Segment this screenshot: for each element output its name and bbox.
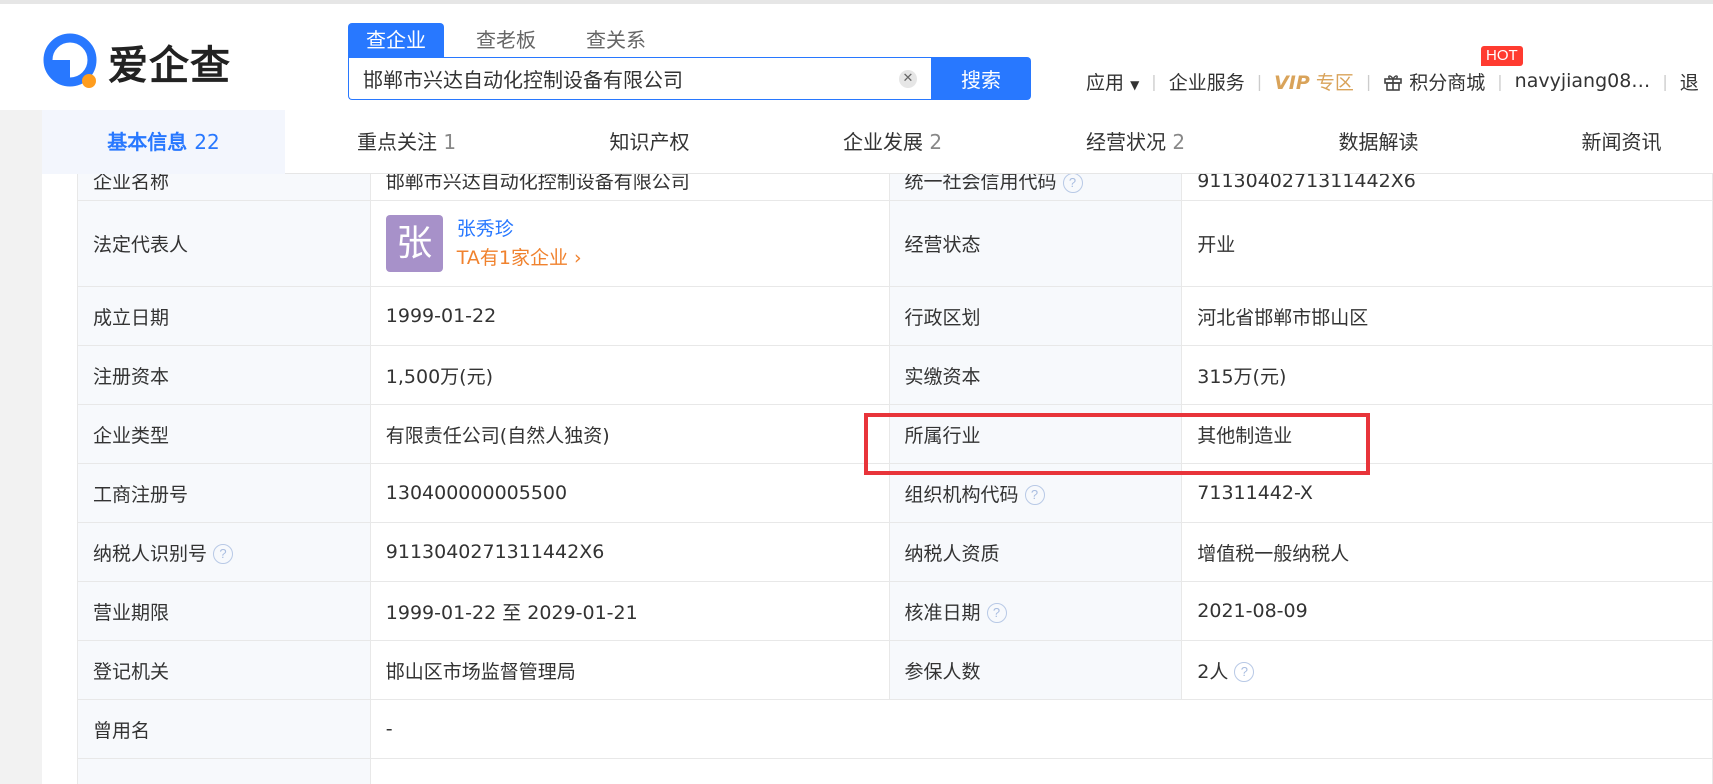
company-name-label: 企业名称 bbox=[77, 174, 371, 201]
nav-divider: | bbox=[1256, 71, 1263, 91]
reg-no-value: 130400000005500 bbox=[369, 463, 890, 523]
logo-text: 爱企查 bbox=[108, 43, 231, 89]
tab-search-boss[interactable]: 查老板 bbox=[458, 23, 554, 57]
reg-capital-label: 注册资本 bbox=[77, 345, 371, 405]
authority-label: 登记机关 bbox=[77, 640, 371, 700]
search-input[interactable] bbox=[349, 58, 869, 99]
taxpayer-qual-label: 纳税人资质 bbox=[888, 522, 1183, 582]
legal-rep-label: 法定代表人 bbox=[77, 200, 371, 287]
nav-divider: | bbox=[1497, 71, 1503, 91]
credit-code-value: 911304027131144​2X6 bbox=[1181, 174, 1713, 201]
tab-basic-info[interactable]: 基本信息 22 bbox=[42, 110, 285, 174]
help-icon[interactable]: ? bbox=[1062, 174, 1083, 193]
logo[interactable]: 爱企查 bbox=[42, 30, 231, 94]
nav-apps[interactable]: 应用 ▼ bbox=[1086, 68, 1139, 95]
nav-user[interactable]: navyjiang08… bbox=[1515, 70, 1651, 92]
search-tabs: 查企业 查老板 查关系 bbox=[348, 23, 678, 57]
founded-label: 成立日期 bbox=[77, 286, 371, 346]
insured-value: 2人? bbox=[1181, 640, 1713, 700]
table-row: 营业期限 1999-01-22 至 2029-01-21 核准日期? 2021-… bbox=[77, 581, 1713, 641]
tab-search-company[interactable]: 查企业 bbox=[348, 23, 444, 57]
help-icon[interactable]: ? bbox=[1234, 662, 1255, 682]
help-icon[interactable]: ? bbox=[213, 544, 234, 564]
tab-news[interactable]: 新闻资讯 bbox=[1500, 110, 1713, 174]
clear-icon[interactable]: ✕ bbox=[899, 70, 917, 88]
legal-rep-value: 张 张秀珍 TA有1家企业 › bbox=[369, 200, 890, 287]
tab-ip[interactable]: 知识产权 bbox=[528, 110, 771, 174]
term-value: 1999-01-22 至 2029-01-21 bbox=[369, 581, 890, 641]
table-row: 成立日期 1999-01-22 行政区划 河北省邯郸市邯山区 bbox=[77, 286, 1713, 346]
status-value: 开业 bbox=[1181, 200, 1713, 287]
tab-data-insight[interactable]: 数据解读 bbox=[1257, 110, 1500, 174]
nav-points-mall[interactable]: 积分商城 bbox=[1383, 68, 1485, 95]
company-name-value: 邯郸市兴达自动化控制设备有限公司 bbox=[369, 174, 890, 201]
authority-value: 邯山区市场监督管理局 bbox=[369, 640, 890, 700]
table-row: 法定代表人 张 张秀珍 TA有1家企业 › 经营状态 开业 bbox=[77, 200, 1713, 287]
type-value: 有限责任公司(自然人独资) bbox=[369, 404, 890, 464]
table-row bbox=[77, 758, 1713, 784]
approval-date-value: 2021-08-09 bbox=[1181, 581, 1713, 641]
caret-down-icon: ▼ bbox=[1130, 77, 1140, 92]
table-row: 纳税人识别号? 911304027131144​2X6 纳税人资质 增值税一般纳… bbox=[77, 522, 1713, 582]
gift-icon bbox=[1384, 74, 1403, 91]
legal-rep-companies-link[interactable]: TA有1家企业 › bbox=[457, 243, 582, 273]
taxpayer-id-value: 911304027131144​2X6 bbox=[369, 522, 890, 582]
avatar[interactable]: 张 bbox=[385, 215, 443, 272]
tab-development[interactable]: 企业发展 2 bbox=[771, 110, 1014, 174]
nav-enterprise-service[interactable]: 企业服务 bbox=[1169, 68, 1245, 95]
taxpayer-qual-value: 增值税一般纳税人 bbox=[1181, 522, 1713, 582]
section-tabs: 基本信息 22 重点关注 1 知识产权 企业发展 2 经营状况 2 数据解读 新… bbox=[42, 110, 1713, 174]
highlight-annotation-box bbox=[864, 413, 1370, 475]
help-icon[interactable]: ? bbox=[986, 603, 1007, 623]
nav-divider: | bbox=[1662, 71, 1668, 91]
region-label: 行政区划 bbox=[888, 286, 1183, 346]
nav-divider: | bbox=[1151, 71, 1157, 91]
help-icon[interactable]: ? bbox=[1024, 485, 1045, 505]
nav-vip-zone[interactable]: VIP 专区 bbox=[1274, 68, 1354, 95]
top-header: 爱企查 查企业 查老板 查关系 ✕ 搜索 HOT 应用 ▼ | 企业服务 | V… bbox=[0, 0, 1713, 110]
reg-capital-value: 1,500万(元) bbox=[369, 345, 890, 405]
reg-no-label: 工商注册号 bbox=[77, 463, 371, 523]
basic-info-panel: 企业名称 邯郸市兴达自动化控制设备有限公司 统一社会信用代码? 91130402… bbox=[42, 174, 1713, 784]
tab-search-relation[interactable]: 查关系 bbox=[568, 23, 664, 57]
top-nav: 应用 ▼ | 企业服务 | VIP 专区 | 积分商城 | navyjiang0… bbox=[1086, 66, 1699, 96]
search-box: ✕ bbox=[348, 57, 931, 100]
hot-badge: HOT bbox=[1481, 46, 1523, 66]
table-row: 曾用名 - bbox=[77, 699, 1713, 759]
nav-logout[interactable]: 退 bbox=[1680, 68, 1699, 95]
region-value: 河北省邯郸市邯山区 bbox=[1181, 286, 1713, 346]
type-label: 企业类型 bbox=[77, 404, 371, 464]
table-row: 注册资本 1,500万(元) 实缴资本 315万(元) bbox=[77, 345, 1713, 405]
legal-rep-name-link[interactable]: 张秀珍 bbox=[457, 215, 582, 243]
table-row: 登记机关 邯山区市场监督管理局 参保人数 2人? bbox=[77, 640, 1713, 700]
former-name-value: - bbox=[369, 699, 1713, 759]
taxpayer-id-label: 纳税人识别号? bbox=[77, 522, 371, 582]
founded-value: 1999-01-22 bbox=[369, 286, 890, 346]
tab-key-focus[interactable]: 重点关注 1 bbox=[285, 110, 528, 174]
approval-date-label: 核准日期? bbox=[888, 581, 1183, 641]
tab-operations[interactable]: 经营状况 2 bbox=[1014, 110, 1257, 174]
paid-capital-label: 实缴资本 bbox=[888, 345, 1183, 405]
table-row: 企业名称 邯郸市兴达自动化控制设备有限公司 统一社会信用代码? 91130402… bbox=[77, 174, 1713, 201]
insured-label: 参保人数 bbox=[888, 640, 1183, 700]
basic-info-table: 企业名称 邯郸市兴达自动化控制设备有限公司 统一社会信用代码? 91130402… bbox=[77, 174, 1713, 784]
status-label: 经营状态 bbox=[888, 200, 1183, 287]
nav-divider: | bbox=[1365, 71, 1372, 91]
logo-icon bbox=[43, 33, 97, 88]
term-label: 营业期限 bbox=[77, 581, 371, 641]
credit-code-label: 统一社会信用代码? bbox=[888, 174, 1183, 201]
former-name-label: 曾用名 bbox=[77, 699, 371, 759]
search-button[interactable]: 搜索 bbox=[931, 57, 1031, 100]
paid-capital-value: 315万(元) bbox=[1181, 345, 1713, 405]
